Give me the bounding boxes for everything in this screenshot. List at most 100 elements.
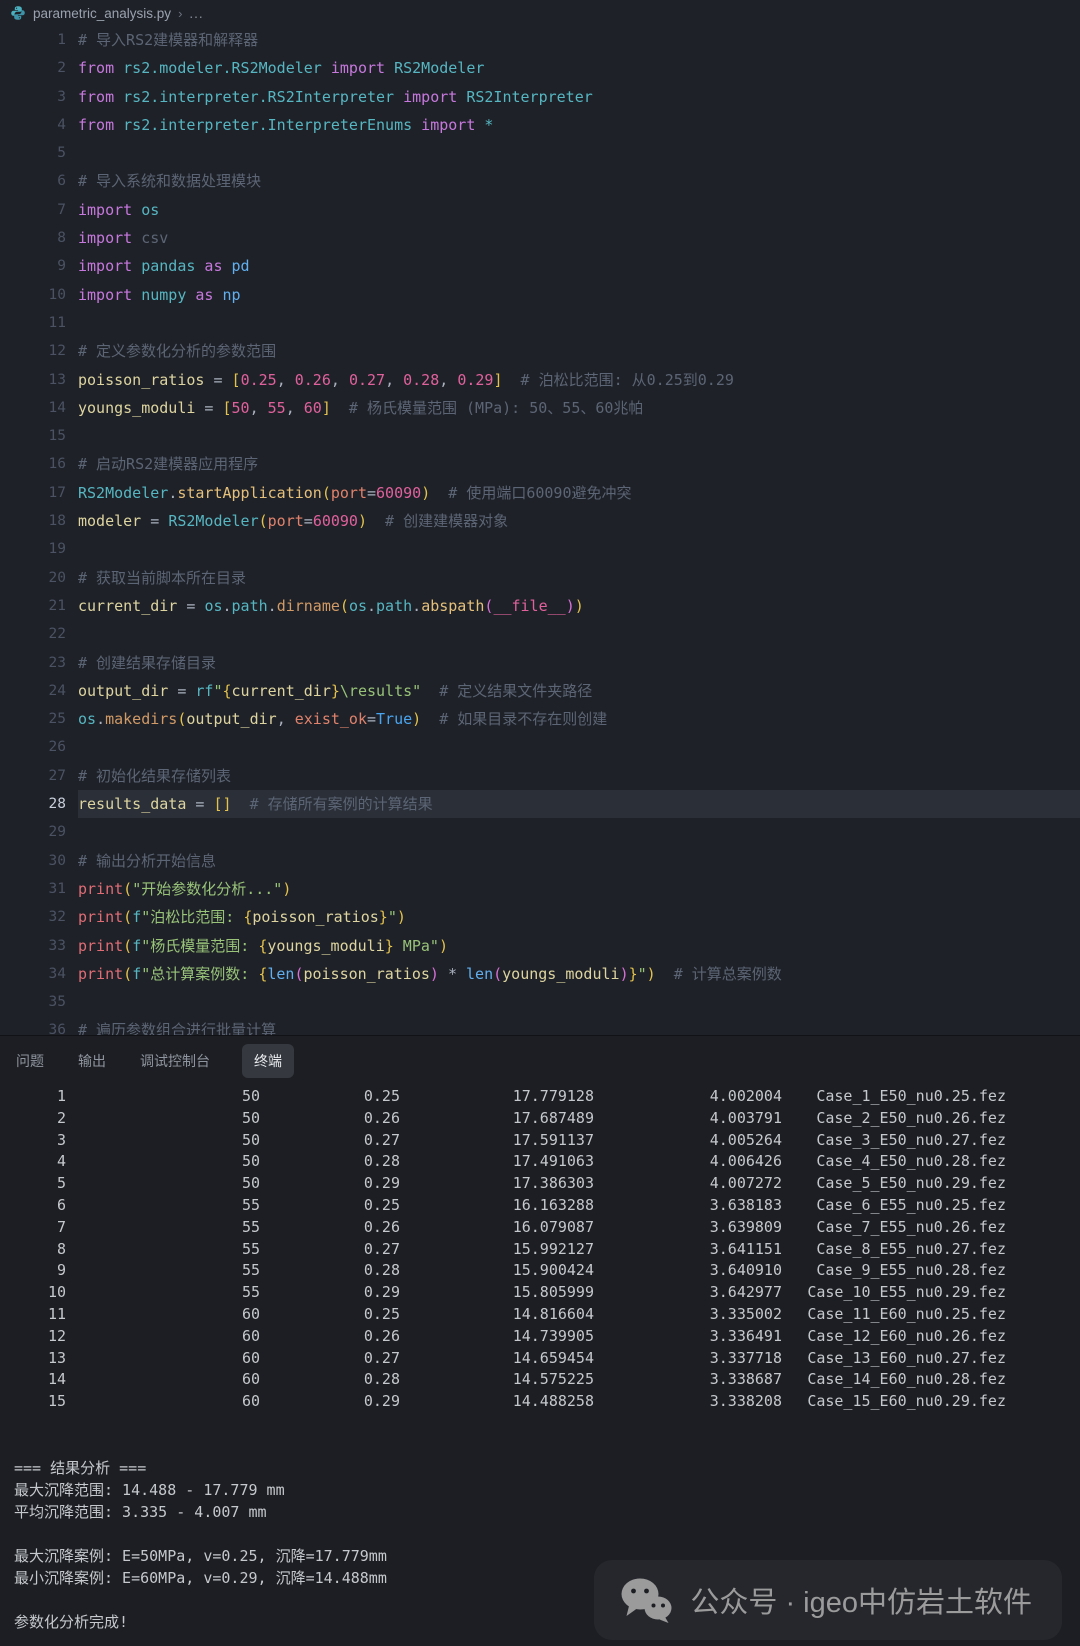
code-editor[interactable]: 1# 导入RS2建模器和解释器2from rs2.modeler.RS2Mode… <box>0 26 1080 1035</box>
terminal-cell: 17.386303 <box>400 1173 594 1195</box>
line-number: 34 <box>0 960 66 988</box>
code-line: 16 # 启动RS2建模器应用程序 <box>0 450 1080 478</box>
line-number: 2 <box>0 54 66 82</box>
terminal-cell: 4.005264 <box>594 1130 782 1152</box>
line-number: 15 <box>0 422 66 450</box>
terminal-cell: Case_15_E60_nu0.29.fez <box>782 1391 1080 1413</box>
code-line: 20# 获取当前脚本所在目录 <box>0 564 1080 592</box>
terminal-cell: 15.805999 <box>400 1282 594 1304</box>
tab-debug-console[interactable]: 调试控制台 <box>138 1044 212 1078</box>
line-number: 17 <box>0 479 66 507</box>
tab-problems[interactable]: 问题 <box>14 1044 46 1078</box>
line-number: 11 <box>0 309 66 337</box>
terminal-cell: 0.28 <box>260 1369 400 1391</box>
terminal-cell: 3.338208 <box>594 1391 782 1413</box>
line-number: 16 <box>0 450 66 478</box>
terminal-cell: 17.779128 <box>400 1086 594 1108</box>
terminal-cell: 1 <box>0 1086 66 1108</box>
code-text <box>78 139 1080 167</box>
terminal-cell: 5 <box>0 1173 66 1195</box>
breadcrumb-file[interactable]: parametric_analysis.py <box>33 6 171 21</box>
code-text: # 创建结果存储目录 <box>78 649 1080 677</box>
terminal-cell: Case_11_E60_nu0.25.fez <box>782 1304 1080 1326</box>
code-line: 3from rs2.interpreter.RS2Interpreter imp… <box>0 83 1080 111</box>
code-line: 19 <box>0 535 1080 563</box>
code-line: 4from rs2.interpreter.InterpreterEnums i… <box>0 111 1080 139</box>
python-file-icon <box>10 5 26 21</box>
code-text: # 输出分析开始信息 <box>78 847 1080 875</box>
line-number: 27 <box>0 762 66 790</box>
code-line: 28results_data = [] # 存储所有案例的计算结果 <box>0 790 1080 818</box>
terminal-cell: 17.591137 <box>400 1130 594 1152</box>
tab-output[interactable]: 输出 <box>76 1044 108 1078</box>
line-number: 19 <box>0 535 66 563</box>
tab-terminal[interactable]: 终端 <box>242 1044 294 1078</box>
terminal-cell: 15 <box>0 1391 66 1413</box>
line-number: 29 <box>0 818 66 846</box>
code-line: 5 <box>0 139 1080 167</box>
terminal-summary-line: 平均沉降范围: 3.335 - 4.007 mm <box>14 1501 1080 1523</box>
terminal-cell: 50 <box>66 1086 260 1108</box>
terminal-cell: 0.27 <box>260 1130 400 1152</box>
code-text: print(f"泊松比范围: {poisson_ratios}") <box>78 903 1080 931</box>
terminal-cell: 4.007272 <box>594 1173 782 1195</box>
terminal-cell: 14.816604 <box>400 1304 594 1326</box>
terminal-cell: Case_7_E55_nu0.26.fez <box>782 1217 1080 1239</box>
terminal-cell: 6 <box>0 1195 66 1217</box>
line-number: 22 <box>0 620 66 648</box>
terminal-row: 10550.2915.8059993.642977Case_10_E55_nu0… <box>0 1282 1080 1304</box>
terminal-row: 2500.2617.6874894.003791Case_2_E50_nu0.2… <box>0 1108 1080 1130</box>
terminal-cell: 12 <box>0 1326 66 1348</box>
breadcrumb-symbol-more[interactable]: ... <box>189 6 203 21</box>
terminal-cell: 50 <box>66 1108 260 1130</box>
code-text <box>78 309 1080 337</box>
code-lines: 1# 导入RS2建模器和解释器2from rs2.modeler.RS2Mode… <box>0 26 1080 1035</box>
terminal-row: 7550.2616.0790873.639809Case_7_E55_nu0.2… <box>0 1217 1080 1239</box>
terminal-row: 1500.2517.7791284.002004Case_1_E50_nu0.2… <box>0 1086 1080 1108</box>
line-number: 35 <box>0 988 66 1016</box>
terminal-cell: 55 <box>66 1260 260 1282</box>
code-line: 23# 创建结果存储目录 <box>0 649 1080 677</box>
terminal-cell: 0.27 <box>260 1239 400 1261</box>
terminal-cell: 60 <box>66 1369 260 1391</box>
terminal-cell: 0.25 <box>260 1086 400 1108</box>
breadcrumb-separator-icon: › <box>178 6 182 21</box>
code-line: 6# 导入系统和数据处理模块 <box>0 167 1080 195</box>
terminal-output[interactable]: 1500.2517.7791284.002004Case_1_E50_nu0.2… <box>0 1086 1080 1633</box>
code-line: 31print("开始参数化分析...") <box>0 875 1080 903</box>
terminal-cell: 2 <box>0 1108 66 1130</box>
terminal-cell: 4.006426 <box>594 1151 782 1173</box>
line-number: 7 <box>0 196 66 224</box>
code-line: 33print(f"杨氏模量范围: {youngs_moduli} MPa") <box>0 932 1080 960</box>
code-text: from rs2.interpreter.InterpreterEnums im… <box>78 111 1080 139</box>
terminal-row: 11600.2514.8166043.335002Case_11_E60_nu0… <box>0 1304 1080 1326</box>
code-text: import csv <box>78 224 1080 252</box>
code-text: # 获取当前脚本所在目录 <box>78 564 1080 592</box>
terminal-cell: 55 <box>66 1217 260 1239</box>
terminal-cell: Case_2_E50_nu0.26.fez <box>782 1108 1080 1130</box>
line-number: 6 <box>0 167 66 195</box>
terminal-cell: 0.25 <box>260 1195 400 1217</box>
code-text: # 导入RS2建模器和解释器 <box>78 26 1080 54</box>
terminal-cell: 3.336491 <box>594 1326 782 1348</box>
terminal-cell: 60 <box>66 1391 260 1413</box>
line-number: 24 <box>0 677 66 705</box>
line-number: 32 <box>0 903 66 931</box>
code-text: poisson_ratios = [0.25, 0.26, 0.27, 0.28… <box>78 366 1080 394</box>
code-line: 22 <box>0 620 1080 648</box>
terminal-row: 4500.2817.4910634.006426Case_4_E50_nu0.2… <box>0 1151 1080 1173</box>
line-number: 28 <box>0 790 66 818</box>
code-line: 14youngs_moduli = [50, 55, 60] # 杨氏模量范围 … <box>0 394 1080 422</box>
code-text <box>78 733 1080 761</box>
bottom-panel: 问题 输出 调试控制台 终端 1500.2517.7791284.002004C… <box>0 1035 1080 1646</box>
code-text: # 启动RS2建模器应用程序 <box>78 450 1080 478</box>
terminal-cell: 3 <box>0 1130 66 1152</box>
terminal-cell: 3.338687 <box>594 1369 782 1391</box>
terminal-cell: 14.488258 <box>400 1391 594 1413</box>
line-number: 25 <box>0 705 66 733</box>
terminal-cell: 4 <box>0 1151 66 1173</box>
breadcrumb: parametric_analysis.py › ... <box>0 0 1080 26</box>
code-line: 35 <box>0 988 1080 1016</box>
terminal-cell: 55 <box>66 1282 260 1304</box>
code-line: 30# 输出分析开始信息 <box>0 847 1080 875</box>
